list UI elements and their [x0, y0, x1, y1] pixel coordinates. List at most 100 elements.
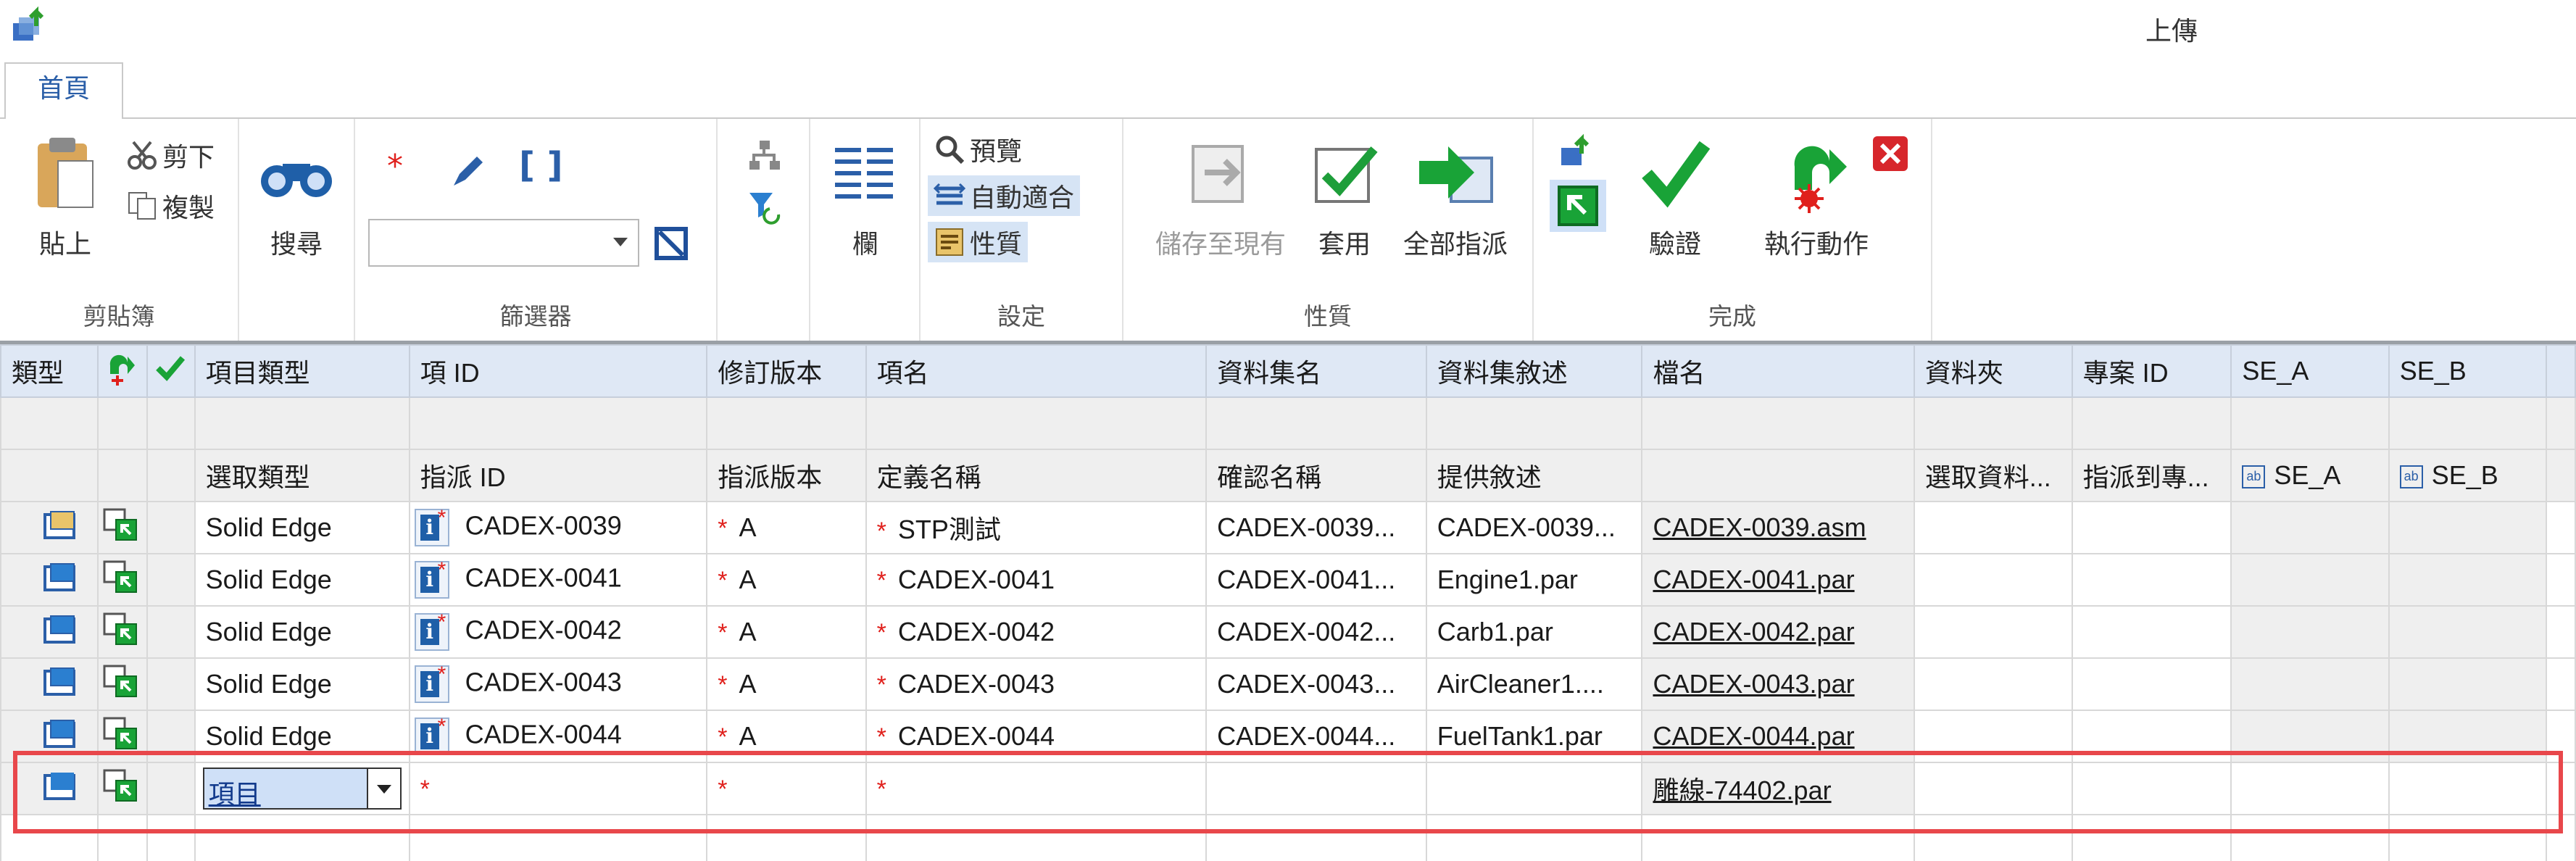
item-id-cell[interactable]: i * CADEX-0042	[408, 605, 708, 659]
col-header-action[interactable]	[96, 344, 148, 398]
filename-link[interactable]: CADEX-0039.asm	[1653, 512, 1866, 542]
item-type-cell[interactable]: Solid Edge	[194, 501, 410, 554]
se-a-cell[interactable]	[2230, 657, 2390, 711]
default-item-id[interactable]: 指派 ID	[408, 449, 708, 502]
save-existing-button[interactable]: 儲存至現有	[1141, 135, 1300, 280]
default-project-id[interactable]: 指派到專...	[2071, 449, 2232, 502]
item-name-cell[interactable]: * CADEX-0042	[865, 605, 1208, 659]
tab-home[interactable]: 首頁	[4, 62, 123, 120]
revision-cell[interactable]: * A	[706, 605, 867, 659]
action-cell[interactable]	[96, 657, 148, 711]
item-type-cell[interactable]: Solid Edge	[194, 657, 410, 711]
default-revision[interactable]: 指派版本	[706, 449, 867, 502]
folder-cell[interactable]	[1913, 710, 2073, 763]
pencil-icon[interactable]	[448, 151, 489, 191]
item-name-cell[interactable]: * CADEX-0044	[865, 710, 1208, 763]
default-folder[interactable]: 選取資料...	[1913, 449, 2073, 502]
type-cell[interactable]	[0, 553, 99, 607]
item-id-cell[interactable]: i * CADEX-0043	[408, 657, 708, 711]
col-header-validate[interactable]	[146, 344, 196, 398]
dataset-desc-cell[interactable]: Carb1.par	[1425, 605, 1643, 659]
action-cell[interactable]	[96, 710, 148, 763]
col-header-item-id[interactable]: 項 ID	[408, 344, 708, 398]
table-row[interactable]: Solid Edge i * CADEX-0041 * A * CADEX-0041 CADEX…	[0, 553, 2576, 607]
close-icon[interactable]	[1871, 135, 1909, 172]
filter-refresh-icon[interactable]	[747, 188, 783, 225]
col-header-folder[interactable]: 資料夾	[1913, 344, 2073, 398]
folder-cell[interactable]	[1913, 553, 2073, 607]
search-button[interactable]: 搜尋	[249, 135, 344, 280]
filename-cell[interactable]: CADEX-0042.par	[1641, 605, 1915, 659]
table-row[interactable]: Solid Edge i * CADEX-0039 * A * STP測試 CADEX-0039…	[0, 501, 2576, 554]
dataset-name-cell[interactable]: CADEX-0043...	[1205, 657, 1427, 711]
clear-filter-icon[interactable]	[654, 226, 689, 261]
new-row-revision-cell[interactable]: *	[706, 762, 867, 815]
info-icon[interactable]: i *	[414, 662, 449, 703]
col-header-dataset-name[interactable]: 資料集名	[1205, 344, 1427, 398]
project-id-cell[interactable]	[2071, 553, 2232, 607]
new-row-dataset-desc-cell[interactable]	[1425, 762, 1643, 815]
info-icon[interactable]: i *	[414, 506, 449, 546]
project-id-cell[interactable]	[2071, 605, 2232, 659]
required-filter-icon[interactable]: *	[387, 148, 403, 185]
dataset-name-cell[interactable]: CADEX-0044...	[1205, 710, 1427, 763]
new-row-filename-cell[interactable]: 雕線-74402.par	[1641, 762, 1915, 815]
col-header-item-name[interactable]: 項名	[865, 344, 1208, 398]
se-a-cell[interactable]	[2230, 710, 2390, 763]
project-id-cell[interactable]	[2071, 710, 2232, 763]
revision-cell[interactable]: * A	[706, 710, 867, 763]
se-b-cell[interactable]	[2388, 657, 2548, 711]
paste-button[interactable]: 貼上	[14, 135, 116, 280]
autofit-button[interactable]: 自動適合	[928, 175, 1081, 216]
apply-button[interactable]: 套用	[1305, 135, 1384, 280]
folder-cell[interactable]	[1913, 501, 2073, 554]
col-header-project-id[interactable]: 專案 ID	[2071, 344, 2232, 398]
default-se-b[interactable]: ab SE_B	[2388, 449, 2548, 502]
revision-cell[interactable]: * A	[706, 657, 867, 711]
item-id-cell[interactable]: i * CADEX-0044	[408, 710, 708, 763]
project-id-cell[interactable]	[2071, 501, 2232, 554]
dataset-name-cell[interactable]: CADEX-0041...	[1205, 553, 1427, 607]
filename-cell[interactable]: CADEX-0039.asm	[1641, 501, 1915, 554]
project-id-cell[interactable]	[2071, 657, 2232, 711]
col-header-item-type[interactable]: 項目類型	[194, 344, 410, 398]
se-a-cell[interactable]	[2230, 605, 2390, 659]
type-cell[interactable]	[0, 501, 99, 554]
item-name-cell[interactable]: * STP測試	[865, 501, 1208, 554]
item-type-cell[interactable]: Solid Edge	[194, 553, 410, 607]
item-type-select[interactable]: 項目	[202, 768, 402, 810]
upload-small-icon[interactable]	[1558, 133, 1596, 171]
dataset-desc-cell[interactable]: AirCleaner1....	[1425, 657, 1643, 711]
dataset-desc-cell[interactable]: FuelTank1.par	[1425, 710, 1643, 763]
type-cell[interactable]	[0, 710, 99, 763]
type-cell[interactable]	[0, 605, 99, 659]
copy-button[interactable]: 複製	[120, 186, 220, 226]
col-header-dataset-desc[interactable]: 資料集敘述	[1425, 344, 1643, 398]
default-dataset-name[interactable]: 確認名稱	[1205, 449, 1427, 502]
hierarchy-icon[interactable]	[747, 138, 783, 174]
new-row-folder-cell[interactable]	[1913, 762, 2073, 815]
col-header-type[interactable]: 類型	[0, 344, 99, 398]
filter-combo[interactable]	[368, 219, 639, 267]
new-row-type-cell[interactable]	[0, 762, 99, 815]
item-name-cell[interactable]: * CADEX-0041	[865, 553, 1208, 607]
item-type-cell[interactable]: Solid Edge	[194, 710, 410, 763]
filename-cell[interactable]: CADEX-0041.par	[1641, 553, 1915, 607]
new-row-item-id-cell[interactable]: *	[408, 762, 708, 815]
se-a-cell[interactable]	[2230, 501, 2390, 554]
columns-button[interactable]: 欄	[820, 135, 910, 280]
type-cell[interactable]	[0, 657, 99, 711]
preview-button[interactable]: 預覽	[928, 129, 1028, 170]
validate-button[interactable]: 驗證	[1635, 135, 1715, 280]
dataset-name-cell[interactable]: CADEX-0042...	[1205, 605, 1427, 659]
run-action-button[interactable]: 執行動作	[1744, 135, 1889, 280]
item-id-cell[interactable]: i * CADEX-0039	[408, 501, 708, 554]
default-item-type[interactable]: 選取類型	[194, 449, 410, 502]
info-icon[interactable]: i *	[414, 610, 449, 651]
properties-button[interactable]: 性質	[928, 222, 1029, 262]
default-item-name[interactable]: 定義名稱	[865, 449, 1208, 502]
filename-link[interactable]: CADEX-0043.par	[1653, 669, 1854, 699]
new-row-name-cell[interactable]: *	[865, 762, 1208, 815]
filename-link[interactable]: CADEX-0041.par	[1653, 565, 1854, 594]
item-id-cell[interactable]: i * CADEX-0041	[408, 553, 708, 607]
